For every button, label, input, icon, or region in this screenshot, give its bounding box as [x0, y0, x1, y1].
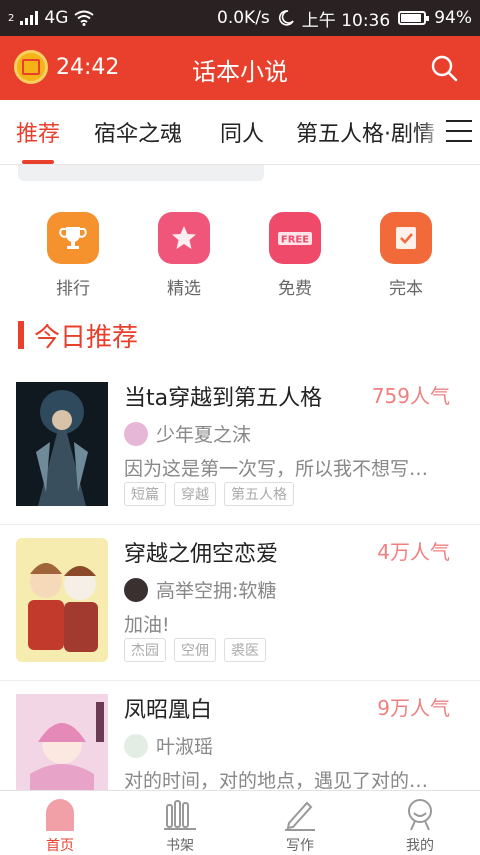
quick-link-label: 精选: [167, 279, 201, 299]
status-bar: 2 4G 0.0K/s 上午 10:36 94%: [0, 0, 480, 36]
free-icon: FREE: [269, 212, 321, 264]
book-cover[interactable]: [16, 538, 108, 662]
tab-recommend[interactable]: 推荐: [16, 116, 60, 148]
category-tabs: 推荐 宿伞之魂 同人 第五人格·剧情: [0, 100, 480, 165]
nav-bookshelf[interactable]: 书架: [140, 797, 220, 855]
svg-text:FREE: FREE: [281, 235, 309, 246]
nav-write[interactable]: 写作: [260, 797, 340, 855]
search-icon[interactable]: [430, 54, 458, 82]
book-cover[interactable]: [16, 694, 108, 790]
tag: 第五人格: [224, 482, 294, 506]
app-title: 话本小说: [192, 58, 288, 86]
book-cover[interactable]: [16, 382, 108, 506]
book-title: 凤昭凰白: [124, 698, 213, 723]
active-tab-indicator: [22, 160, 54, 164]
avatar: [124, 577, 148, 602]
profile-icon: [380, 797, 460, 831]
nav-label: 首页: [46, 838, 74, 854]
book-author[interactable]: 少年夏之沫: [124, 420, 251, 447]
book-popularity: 4万人气: [377, 540, 450, 564]
book-description: 对的时间，对的地点，遇见了对的…: [124, 770, 429, 792]
network-type: 4G: [44, 8, 69, 28]
wifi-icon: [74, 10, 94, 26]
quick-link-free[interactable]: FREE 免费: [260, 212, 330, 299]
book-item[interactable]: 当ta穿越到第五人格 759人气 少年夏之沫 因为这是第一次写，所以我不想写… …: [0, 368, 480, 525]
banner[interactable]: [18, 165, 264, 181]
net-speed: 0.0K/s: [217, 8, 270, 28]
quick-link-ranking[interactable]: 排行: [38, 212, 108, 299]
battery-icon: [398, 11, 430, 25]
menu-icon[interactable]: [446, 120, 472, 142]
tab-identity-v[interactable]: 第五人格·剧情: [296, 116, 435, 148]
book-description: 加油!: [124, 614, 170, 636]
book-title: 当ta穿越到第五人格: [124, 386, 323, 411]
battery-level: 94%: [434, 8, 472, 28]
book-tags: 杰园 空佣 裘医: [124, 638, 266, 662]
moon-icon: [278, 10, 294, 26]
avatar: [124, 421, 148, 446]
trophy-icon: [47, 212, 99, 264]
quick-link-completed[interactable]: 完本: [371, 212, 441, 299]
bookshelf-icon: [140, 797, 220, 831]
tag: 空佣: [174, 638, 216, 662]
nav-profile[interactable]: 我的: [380, 797, 460, 855]
book-title: 穿越之佣空恋爱: [124, 542, 279, 567]
signal-icon: [20, 11, 39, 25]
quick-link-featured[interactable]: 精选: [149, 212, 219, 299]
pen-icon: [260, 797, 340, 831]
check-icon: [380, 212, 432, 264]
book-description: 因为这是第一次写，所以我不想写…: [124, 458, 429, 480]
tab-susan[interactable]: 宿伞之魂: [94, 116, 182, 148]
bottom-nav: 首页 书架 写作 我的: [0, 790, 480, 855]
quick-link-label: 免费: [278, 279, 312, 299]
book-popularity: 759人气: [371, 384, 450, 408]
avatar: [124, 733, 148, 758]
nav-label: 写作: [286, 838, 314, 854]
nav-home[interactable]: 首页: [20, 797, 100, 855]
book-popularity: 9万人气: [377, 696, 450, 720]
book-author[interactable]: 高举空拥:软糖: [124, 576, 276, 603]
nav-label: 书架: [166, 838, 194, 854]
quick-link-label: 排行: [56, 279, 90, 299]
section-title: 今日推荐: [18, 318, 138, 353]
star-icon: [158, 212, 210, 264]
clock: 上午 10:36: [301, 10, 391, 31]
quick-link-label: 完本: [389, 279, 423, 299]
tag: 穿越: [174, 482, 216, 506]
book-author[interactable]: 叶淑瑶: [124, 732, 213, 759]
sim-indicator: 2: [8, 12, 15, 24]
nav-label: 我的: [406, 838, 434, 854]
tag: 短篇: [124, 482, 166, 506]
tab-fanfic[interactable]: 同人: [220, 116, 264, 148]
home-icon: [20, 797, 100, 831]
book-item[interactable]: 穿越之佣空恋爱 4万人气 高举空拥:软糖 加油! 杰园 空佣 裘医: [0, 524, 480, 681]
app-header: 24:42 话本小说: [0, 36, 480, 100]
tag: 裘医: [224, 638, 266, 662]
book-tags: 短篇 穿越 第五人格: [124, 482, 294, 506]
tag: 杰园: [124, 638, 166, 662]
